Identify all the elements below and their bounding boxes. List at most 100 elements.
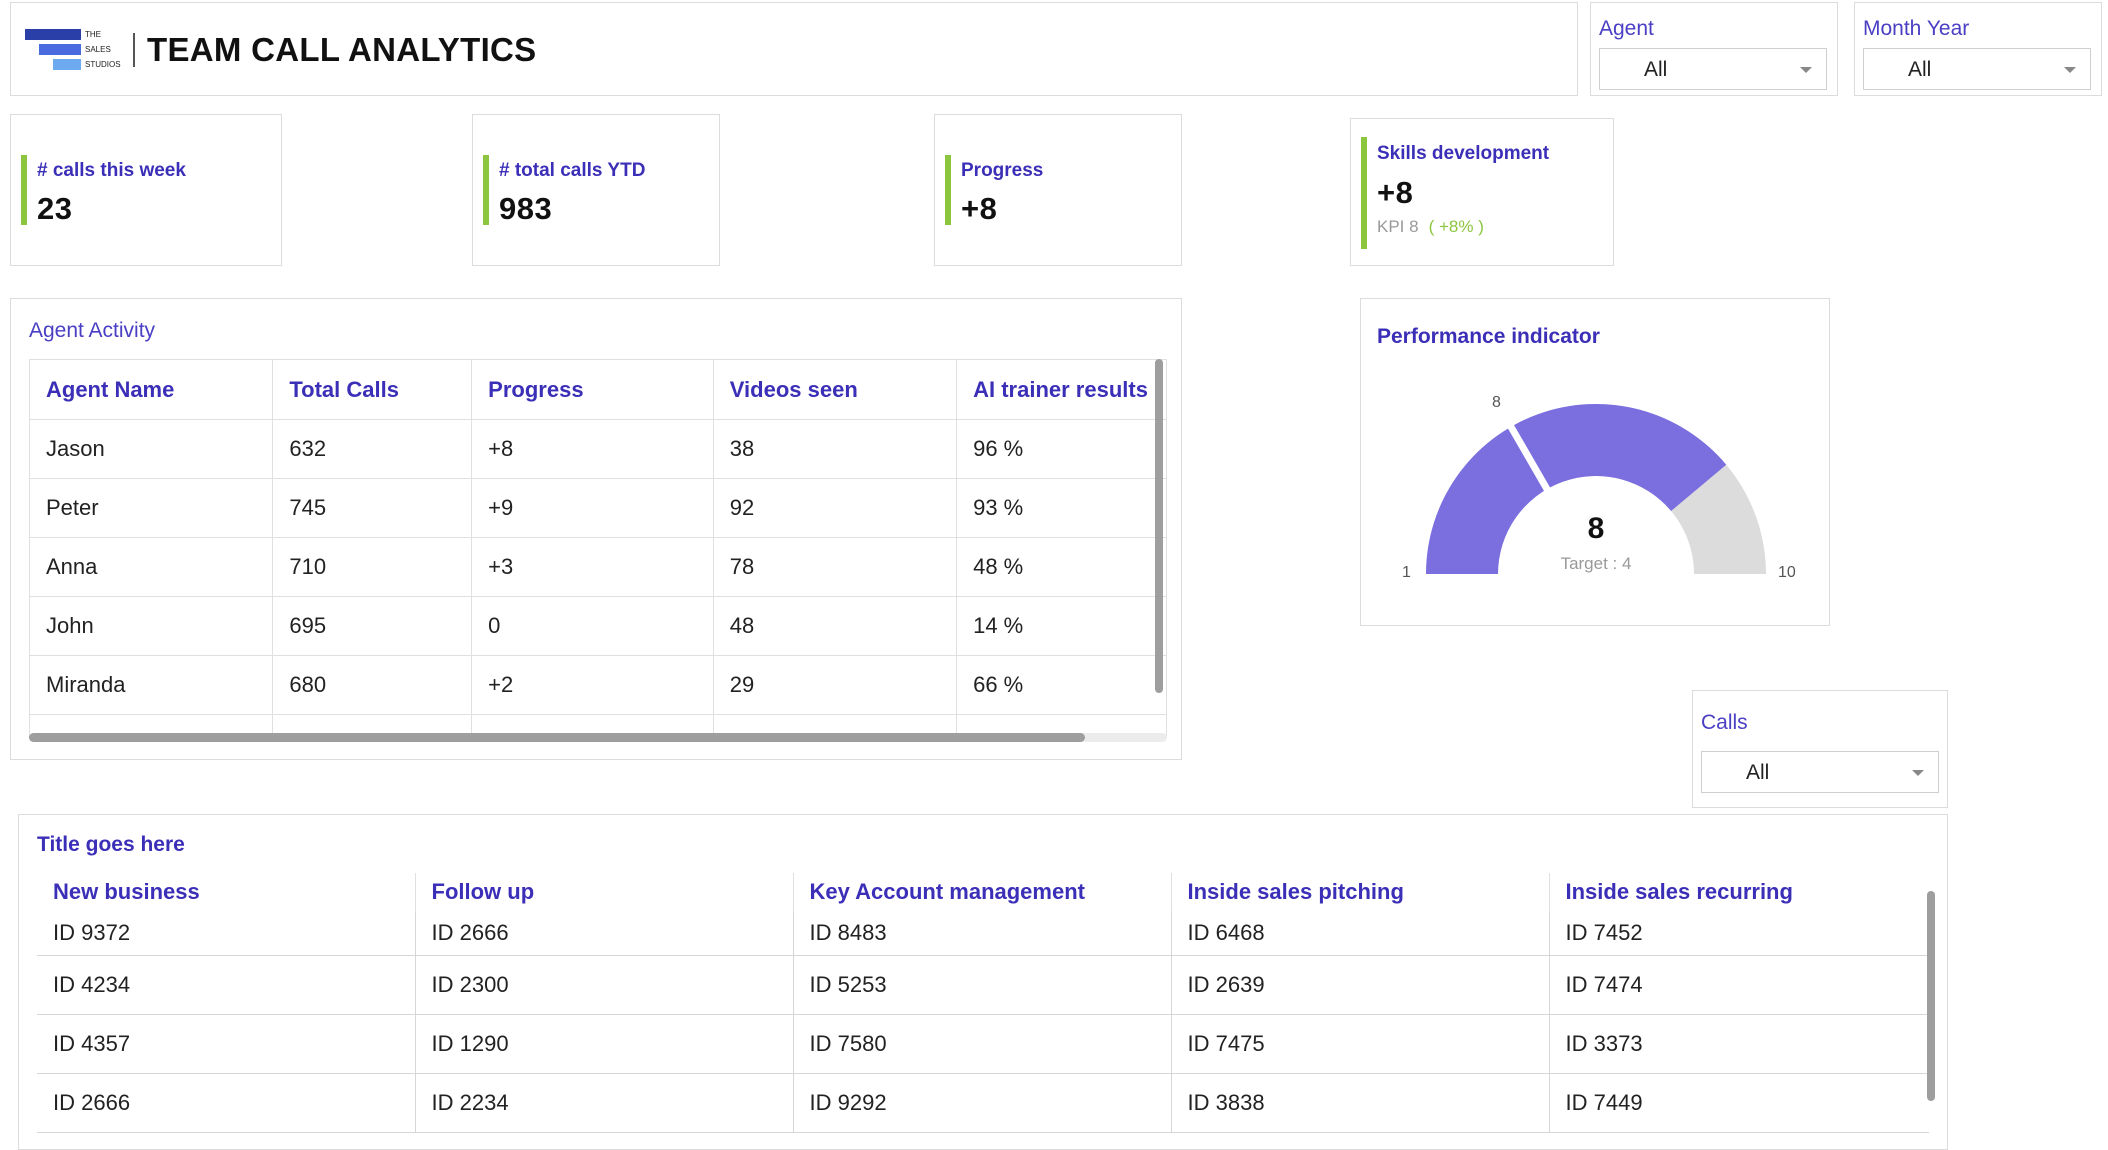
- table-cell: ID 6468: [1171, 911, 1550, 956]
- table-cell: +3: [471, 537, 714, 597]
- column-header[interactable]: Inside sales pitching: [1171, 873, 1550, 911]
- table-cell: 78: [712, 537, 958, 597]
- kpi-total-calls-ytd: # total calls YTD 983: [472, 114, 720, 266]
- calls-select-value: All: [1746, 761, 1770, 784]
- table-cell: ID 2234: [415, 1073, 794, 1133]
- table-cell: ID 7452: [1549, 911, 1929, 956]
- kpi-label: Skills development: [1377, 143, 1550, 164]
- table-cell: ID 2666: [415, 911, 794, 956]
- agent-table-horizontal-scrollbar[interactable]: [29, 733, 1085, 742]
- kpi-value: 23: [37, 191, 73, 226]
- calls-select[interactable]: All: [1701, 751, 1939, 793]
- table-cell: ID 2666: [37, 1073, 416, 1133]
- table-cell: 14 %: [956, 596, 1167, 656]
- company-logo: THE SALES STUDIOS: [25, 27, 121, 75]
- kpi-label: Progress: [961, 160, 1044, 181]
- table-cell: ID 4234: [37, 955, 416, 1015]
- column-header[interactable]: Inside sales recurring: [1549, 873, 1929, 911]
- column-header[interactable]: AI trainer results: [956, 359, 1167, 420]
- table-cell: 38: [712, 419, 958, 479]
- table-cell: ID 2639: [1171, 955, 1550, 1015]
- table-cell: Anna: [29, 537, 274, 597]
- table-cell: ID 9372: [37, 911, 416, 956]
- agent-table-vertical-scrollbar[interactable]: [1155, 359, 1163, 693]
- table-cell: 632: [272, 419, 473, 479]
- table-cell: 745: [272, 478, 473, 538]
- column-header[interactable]: Progress: [471, 359, 714, 420]
- agent-select-value: All: [1644, 58, 1668, 81]
- column-header[interactable]: Total Calls: [272, 359, 473, 420]
- table-row[interactable]: ID 2666 ID 2234 ID 9292 ID 3838 ID 7449: [37, 1073, 1929, 1133]
- kpi-value: +8: [961, 191, 998, 226]
- table-row[interactable]: ID 9372 ID 2666 ID 8483 ID 6468 ID 7452: [37, 911, 1929, 956]
- gauge-marker-label: 8: [1492, 394, 1501, 412]
- agent-select[interactable]: All: [1599, 48, 1827, 90]
- calls-filter-label: Calls: [1701, 711, 1748, 734]
- table-cell: 695: [272, 596, 473, 656]
- table-cell: ID 8483: [793, 911, 1172, 956]
- table-cell: +9: [471, 478, 714, 538]
- kpi-accent-bar: [21, 155, 27, 225]
- column-header[interactable]: Agent Name: [29, 359, 274, 420]
- column-header[interactable]: Videos seen: [712, 359, 958, 420]
- kpi-label: # calls this week: [37, 160, 186, 181]
- table-cell: +8: [471, 419, 714, 479]
- month-year-select-value: All: [1908, 58, 1932, 81]
- kpi-skills-development: Skills development +8 KPI 8 ( +8% ): [1350, 118, 1614, 266]
- kpi-label: # total calls YTD: [499, 160, 646, 181]
- kpi-progress: Progress +8: [934, 114, 1182, 266]
- kpi-accent-bar: [945, 155, 951, 225]
- table-row[interactable]: Miranda 680 +2 29 66 %: [29, 655, 1167, 715]
- table-cell: 29: [712, 655, 958, 715]
- table-row[interactable]: Jason 632 +8 38 96 %: [29, 419, 1167, 479]
- table-row[interactable]: Peter 745 +9 92 93 %: [29, 478, 1167, 538]
- table-row[interactable]: Anna 710 +3 78 48 %: [29, 537, 1167, 597]
- agent-filter: Agent All: [1590, 2, 1838, 96]
- kpi-value: +8: [1377, 175, 1414, 210]
- performance-indicator-panel: Performance indicator 8 8 Target : 4 1 1…: [1360, 298, 1830, 626]
- table-cell: 93 %: [956, 478, 1167, 538]
- table-cell: ID 4357: [37, 1014, 416, 1074]
- table-cell: ID 7449: [1549, 1073, 1929, 1133]
- table-cell: 680: [272, 655, 473, 715]
- table-cell: Miranda: [29, 655, 274, 715]
- call-ids-vertical-scrollbar[interactable]: [1927, 891, 1935, 1101]
- gauge-value: 8: [1587, 512, 1605, 545]
- agent-activity-table-viewport[interactable]: Agent Name Total Calls Progress Videos s…: [29, 359, 1167, 737]
- table-row[interactable]: John 695 0 48 14 %: [29, 596, 1167, 656]
- kpi-sub-label: KPI 8: [1377, 217, 1419, 236]
- kpi-accent-bar: [483, 155, 489, 225]
- call-ids-table-viewport[interactable]: New business Follow up Key Account manag…: [37, 873, 1943, 1150]
- table-cell: ID 1290: [415, 1014, 794, 1074]
- column-header[interactable]: Key Account management: [793, 873, 1172, 911]
- table-row[interactable]: ID 4234 ID 2300 ID 5253 ID 2639 ID 7474: [37, 955, 1929, 1015]
- chevron-down-icon: [1912, 770, 1924, 776]
- gauge-min-label: 1: [1402, 564, 1411, 581]
- page-title: TEAM CALL ANALYTICS: [147, 31, 537, 68]
- table-cell: ID 7580: [793, 1014, 1172, 1074]
- table-cell: 0: [471, 596, 714, 656]
- table-cell: John: [29, 596, 274, 656]
- calls-filter: Calls All: [1692, 690, 1948, 808]
- table-cell: 48: [712, 596, 958, 656]
- call-ids-title: Title goes here: [37, 833, 185, 856]
- gauge-max-label: 10: [1778, 564, 1796, 581]
- table-cell: ID 2300: [415, 955, 794, 1015]
- header-bar: THE SALES STUDIOS TEAM CALL ANALYTICS: [10, 2, 1578, 96]
- agent-filter-label: Agent: [1599, 17, 1654, 40]
- agent-activity-panel: Agent Activity Agent Name Total Calls Pr…: [10, 298, 1182, 760]
- table-cell: ID 9292: [793, 1073, 1172, 1133]
- column-header[interactable]: Follow up: [415, 873, 794, 911]
- column-header[interactable]: New business: [37, 873, 416, 911]
- table-cell: ID 3373: [1549, 1014, 1929, 1074]
- table-cell: ID 7475: [1171, 1014, 1550, 1074]
- table-cell: 92: [712, 478, 958, 538]
- table-row[interactable]: ID 4357 ID 1290 ID 7580 ID 7475 ID 3373: [37, 1014, 1929, 1074]
- table-header-row: Agent Name Total Calls Progress Videos s…: [29, 359, 1167, 420]
- table-header-row: New business Follow up Key Account manag…: [37, 873, 1929, 911]
- table-cell: 710: [272, 537, 473, 597]
- kpi-value: 983: [499, 191, 553, 226]
- table-cell: 96 %: [956, 419, 1167, 479]
- month-year-select[interactable]: All: [1863, 48, 2091, 90]
- table-cell: Jason: [29, 419, 274, 479]
